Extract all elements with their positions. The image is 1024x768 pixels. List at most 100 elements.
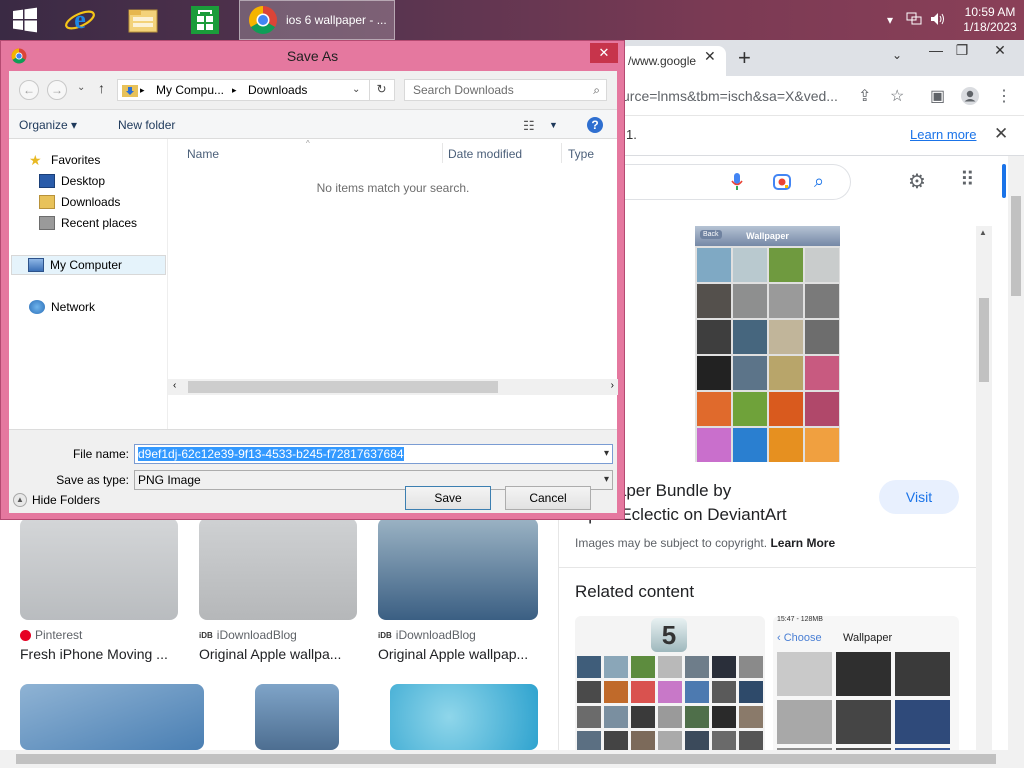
save-button[interactable]: Save	[405, 486, 491, 510]
hscroll-thumb[interactable]	[188, 381, 498, 393]
result-card[interactable]: Pinterest Fresh iPhone Moving ...	[20, 518, 180, 662]
nav-favorites[interactable]: ★ Favorites	[29, 150, 100, 170]
wallpaper-tile	[895, 700, 950, 744]
visit-button[interactable]: Visit	[879, 480, 959, 514]
result-card[interactable]: iDB iDownloadBlog Original Apple wallpap…	[378, 518, 538, 662]
file-name-dropdown-icon[interactable]: ▾	[604, 445, 609, 463]
view-dropdown-icon[interactable]: ▼	[549, 120, 558, 130]
learn-more-link[interactable]: Learn more	[910, 127, 976, 142]
internet-explorer-button[interactable]: e	[58, 0, 102, 40]
scroll-up-icon[interactable]: ▲	[979, 228, 987, 237]
bookmark-star-icon[interactable]: ☆	[890, 86, 904, 106]
file-horizontal-scrollbar[interactable]: ‹ ›	[168, 379, 618, 395]
related-thumbnail[interactable]: 15:47 - 128MB ‹ Choose Wallpaper	[773, 616, 959, 768]
save-type-dropdown-icon[interactable]: ▾	[604, 471, 609, 489]
back-arrow-icon[interactable]: ←	[19, 80, 39, 100]
dialog-titlebar[interactable]: Save As ✕	[1, 41, 624, 71]
scroll-left-icon[interactable]: ‹	[173, 380, 176, 391]
scroll-right-icon[interactable]: ›	[611, 380, 614, 391]
nav-network-label: Network	[51, 300, 96, 314]
result-title[interactable]: Fresh iPhone Moving ...	[20, 646, 180, 662]
dialog-close-button[interactable]: ✕	[590, 43, 618, 63]
help-icon[interactable]: ?	[587, 117, 603, 133]
up-arrow-icon[interactable]: ↑	[98, 80, 105, 96]
result-thumbnail[interactable]	[20, 684, 204, 750]
google-apps-icon[interactable]: ⠿	[960, 167, 975, 192]
breadcrumb-dropdown-icon[interactable]: ⌄	[352, 80, 360, 100]
menu-kebab-icon[interactable]: ⋮	[996, 86, 1012, 106]
nav-desktop[interactable]: Desktop	[39, 171, 105, 191]
search-downloads-field[interactable]: Search Downloads ⌕	[404, 79, 607, 101]
page-hscroll-thumb[interactable]	[16, 754, 996, 764]
clock[interactable]: 10:59 AM 1/18/2023	[956, 5, 1024, 35]
wallpaper-tile	[577, 706, 601, 728]
panel-scrollbar[interactable]: ▲ ▼	[976, 226, 992, 768]
search-icon[interactable]: ⌕	[814, 171, 824, 192]
result-title[interactable]: Original Apple wallpap...	[378, 646, 538, 662]
new-tab-icon[interactable]: +	[738, 45, 751, 71]
url-text[interactable]: urce=lnms&tbm=isch&sa=X&ved...	[622, 88, 838, 104]
info-close-icon[interactable]: ✕	[994, 124, 1008, 144]
file-name-input[interactable]: d9ef1dj-62c12e39-9f13-4533-b245-f7281763…	[134, 444, 613, 464]
wallpaper-tile	[658, 706, 682, 728]
related-choose: ‹ Choose	[777, 632, 822, 644]
settings-gear-icon[interactable]: ⚙	[908, 169, 926, 194]
breadcrumb-my-computer[interactable]: My Compu...	[156, 80, 224, 100]
related-thumbnail[interactable]: 5	[575, 616, 765, 768]
organize-button[interactable]: Organize ▾	[19, 118, 77, 132]
recent-locations-chevron-icon[interactable]: ⌄	[77, 82, 85, 93]
result-card[interactable]: iDB iDownloadBlog Original Apple wallpa.…	[199, 518, 359, 662]
related-content-heading: Related content	[575, 582, 695, 601]
result-thumbnail[interactable]	[20, 518, 178, 620]
forward-arrow-icon[interactable]: →	[47, 80, 67, 100]
voice-search-icon[interactable]	[730, 172, 744, 195]
store-button[interactable]	[182, 0, 228, 40]
volume-icon[interactable]	[926, 12, 950, 29]
panel-scroll-thumb[interactable]	[979, 298, 989, 382]
page-scrollbar[interactable]	[1008, 156, 1024, 768]
copyright-learn-more-link[interactable]: Learn More	[770, 536, 835, 550]
breadcrumb-downloads[interactable]: Downloads	[248, 80, 307, 100]
breadcrumb[interactable]: ▸ My Compu... ▸ Downloads ⌄	[117, 79, 395, 101]
column-date-header[interactable]: Date modified	[448, 147, 522, 161]
refresh-icon[interactable]: ↻	[369, 79, 393, 101]
result-source: iDB iDownloadBlog	[199, 628, 359, 642]
show-hidden-icons-icon[interactable]: ▾	[878, 13, 902, 27]
nav-recent-places[interactable]: Recent places	[39, 213, 137, 233]
search-icon[interactable]: ⌕	[593, 80, 600, 100]
result-thumbnail[interactable]	[255, 684, 339, 750]
result-title[interactable]: Original Apple wallpa...	[199, 646, 359, 662]
preview-image[interactable]: Back Wallpaper	[695, 226, 840, 462]
page-scroll-thumb[interactable]	[1011, 196, 1021, 296]
wallpaper-tile	[631, 656, 655, 678]
tab-search-icon[interactable]: ⌄	[892, 48, 902, 62]
page-horizontal-scrollbar[interactable]	[0, 750, 1008, 768]
hide-folders-toggle[interactable]: ▲ Hide Folders	[13, 493, 100, 507]
restore-icon[interactable]: ❐	[946, 42, 978, 59]
nav-downloads[interactable]: Downloads	[39, 192, 120, 212]
result-thumbnail[interactable]	[390, 684, 538, 750]
chrome-taskbar-button[interactable]: ios 6 wallpaper - ...	[239, 0, 395, 40]
new-folder-button[interactable]: New folder	[118, 118, 175, 132]
profile-avatar-icon[interactable]	[960, 86, 980, 111]
nav-network[interactable]: Network	[29, 297, 95, 317]
start-button[interactable]	[0, 0, 50, 40]
result-thumbnail[interactable]	[199, 518, 357, 620]
navigation-pane: ★ Favorites Desktop Downloads Recent pla…	[9, 139, 167, 429]
cancel-button[interactable]: Cancel	[505, 486, 591, 510]
share-icon[interactable]: ⇪	[858, 86, 871, 106]
downloads-folder-icon	[39, 195, 55, 209]
column-name-header[interactable]: Name	[187, 147, 219, 161]
tab-close-icon[interactable]: ✕	[704, 48, 716, 65]
column-type-header[interactable]: Type	[568, 147, 594, 161]
nav-my-computer[interactable]: My Computer	[11, 255, 166, 275]
lens-search-icon[interactable]	[772, 172, 792, 195]
divider	[559, 567, 977, 568]
view-options-icon[interactable]: ☷	[523, 118, 535, 134]
wallpaper-tile	[733, 320, 767, 354]
side-panel-icon[interactable]: ▣	[930, 86, 945, 106]
result-thumbnail[interactable]	[378, 518, 538, 620]
file-explorer-button[interactable]	[120, 0, 166, 40]
network-icon[interactable]	[902, 12, 926, 29]
window-close-icon[interactable]: ✕	[984, 42, 1016, 59]
